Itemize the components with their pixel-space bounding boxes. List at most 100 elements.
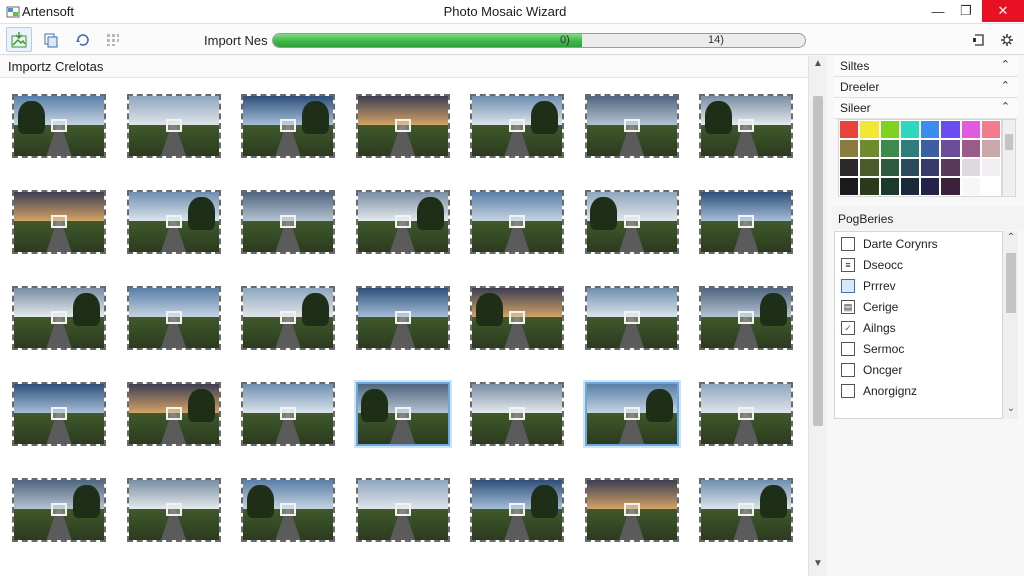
section-dreeler[interactable]: Dreeler ⌃ (834, 77, 1018, 98)
photo-thumbnail[interactable] (699, 382, 793, 446)
photo-thumbnail[interactable] (470, 190, 564, 254)
copy-button[interactable] (38, 27, 64, 52)
chevron-up-icon[interactable]: ⌃ (1001, 100, 1010, 113)
color-swatch[interactable] (941, 178, 960, 195)
color-swatch[interactable] (860, 121, 879, 138)
color-swatch[interactable] (840, 121, 859, 138)
scrollbar-thumb[interactable] (813, 96, 823, 426)
photo-thumbnail[interactable] (12, 94, 106, 158)
section-siltes[interactable]: Siltes ⌃ (834, 56, 1018, 77)
list-icon[interactable]: ≡ (841, 258, 855, 272)
color-swatch[interactable] (941, 140, 960, 157)
property-item[interactable]: Oncger (841, 360, 902, 380)
photo-thumbnail[interactable] (470, 478, 564, 542)
close-button[interactable]: ✕ (982, 0, 1024, 22)
photo-thumbnail[interactable] (699, 478, 793, 542)
photo-thumbnail[interactable] (470, 382, 564, 446)
photo-thumbnail[interactable] (241, 286, 335, 350)
photo-thumbnail[interactable] (584, 190, 679, 254)
chevron-up-icon[interactable]: ⌃ (1001, 58, 1010, 71)
color-swatch[interactable] (880, 121, 899, 138)
property-item[interactable]: ≡ Dseocc (841, 255, 903, 275)
photo-thumbnail[interactable] (12, 478, 106, 542)
grid-view-button[interactable] (100, 27, 126, 52)
color-swatch[interactable] (961, 140, 980, 157)
photo-thumbnail[interactable] (12, 190, 106, 254)
property-item[interactable]: ✓ Ailngs (841, 318, 896, 338)
photo-thumbnail[interactable] (584, 478, 679, 542)
properties-scrollbar[interactable]: ⌃ ⌄ (1002, 231, 1018, 419)
color-swatch[interactable] (880, 159, 899, 176)
photo-thumbnail[interactable] (470, 286, 564, 350)
color-swatch[interactable] (941, 159, 960, 176)
photo-thumbnail[interactable] (355, 382, 450, 446)
scroll-down-icon[interactable]: ⌄ (1003, 403, 1019, 414)
preview-icon[interactable] (841, 279, 855, 293)
photo-thumbnail[interactable] (126, 478, 221, 542)
property-item[interactable]: Darte Corynrs (841, 234, 938, 254)
color-swatch[interactable] (840, 140, 859, 157)
color-swatch[interactable] (840, 159, 859, 176)
color-swatch[interactable] (880, 140, 899, 157)
photo-thumbnail[interactable] (126, 94, 221, 158)
library-scrollbar[interactable]: ▲ ▼ (808, 56, 826, 576)
color-swatch[interactable] (860, 159, 879, 176)
photo-thumbnail[interactable] (584, 382, 679, 446)
photo-thumbnail[interactable] (584, 94, 679, 158)
photo-thumbnail[interactable] (12, 286, 106, 350)
document-icon[interactable]: ▤ (841, 300, 855, 314)
photo-thumbnail[interactable] (241, 190, 335, 254)
scrollbar-thumb[interactable] (1006, 253, 1016, 313)
checkbox-icon[interactable] (841, 363, 855, 377)
color-swatch[interactable] (860, 140, 879, 157)
photo-thumbnail[interactable] (699, 190, 793, 254)
photo-thumbnail[interactable] (355, 478, 450, 542)
color-swatch[interactable] (981, 140, 1000, 157)
photo-thumbnail[interactable] (126, 382, 221, 446)
photo-thumbnail[interactable] (699, 286, 793, 350)
refresh-button[interactable] (70, 27, 96, 52)
color-swatch[interactable] (981, 159, 1000, 176)
chevron-up-icon[interactable]: ⌃ (1001, 79, 1010, 92)
property-item[interactable]: Sermoc (841, 339, 904, 359)
photo-thumbnail[interactable] (355, 286, 450, 350)
photo-thumbnail[interactable] (241, 94, 335, 158)
photo-thumbnail[interactable] (355, 94, 450, 158)
color-swatch[interactable] (981, 121, 1000, 138)
color-swatch[interactable] (900, 140, 919, 157)
palette-scrollbar[interactable] (1002, 119, 1016, 197)
color-swatch[interactable] (840, 178, 859, 195)
color-swatch[interactable] (961, 159, 980, 176)
photo-thumbnail[interactable] (241, 382, 335, 446)
checkbox-icon[interactable] (841, 237, 855, 251)
color-swatch[interactable] (961, 121, 980, 138)
photo-thumbnail[interactable] (126, 286, 221, 350)
scrollbar-thumb[interactable] (1005, 134, 1013, 150)
color-swatch[interactable] (900, 121, 919, 138)
photo-thumbnail[interactable] (126, 190, 221, 254)
color-swatch[interactable] (981, 178, 1000, 195)
color-swatch[interactable] (921, 159, 940, 176)
color-swatch[interactable] (880, 178, 899, 195)
checkbox-checked-icon[interactable]: ✓ (841, 321, 855, 335)
color-swatch[interactable] (900, 159, 919, 176)
checkbox-icon[interactable] (841, 384, 855, 398)
checkbox-icon[interactable] (841, 342, 855, 356)
color-swatch[interactable] (921, 178, 940, 195)
maximize-button[interactable]: ❐ (950, 0, 982, 22)
color-swatch[interactable] (921, 121, 940, 138)
photo-thumbnail[interactable] (355, 190, 450, 254)
property-item[interactable]: Anorgignz (841, 381, 917, 401)
import-photos-button[interactable] (6, 27, 32, 52)
panel-toggle-button[interactable] (968, 30, 990, 50)
color-swatch[interactable] (941, 121, 960, 138)
scroll-down-icon[interactable]: ▼ (809, 558, 827, 574)
scroll-up-icon[interactable]: ⌃ (1003, 232, 1019, 243)
color-swatch[interactable] (921, 140, 940, 157)
color-swatch[interactable] (900, 178, 919, 195)
section-sileer[interactable]: Sileer ⌃ (834, 98, 1018, 119)
photo-thumbnail[interactable] (12, 382, 106, 446)
photo-thumbnail[interactable] (470, 94, 564, 158)
photo-thumbnail[interactable] (584, 286, 679, 350)
settings-button[interactable] (996, 30, 1018, 50)
